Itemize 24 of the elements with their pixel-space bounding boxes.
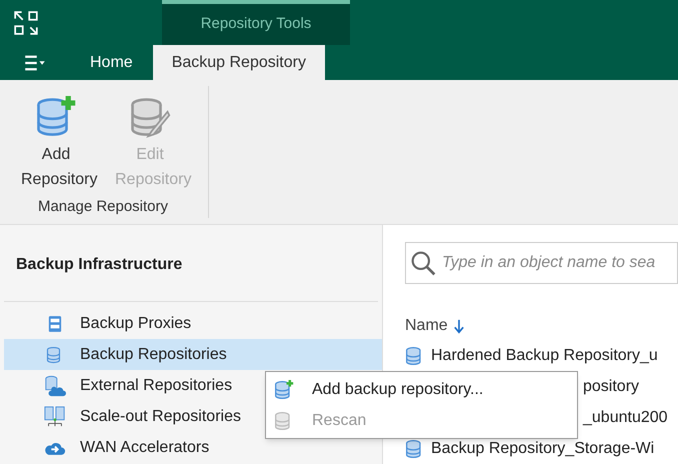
ribbon-group-label: Manage Repository <box>36 197 170 217</box>
ribbon-button[interactable]: Add Repository <box>10 94 102 192</box>
sort-down-icon <box>454 318 464 334</box>
table-cell-text: pository <box>583 376 640 396</box>
table-cell-text: _ubuntu200 <box>583 408 668 428</box>
app-logo-icon <box>13 10 39 36</box>
database-network-icon <box>44 406 66 428</box>
table-cell-text: Hardened Backup Repository_u <box>431 346 658 366</box>
ribbon-tab[interactable]: Home <box>70 45 153 80</box>
contextual-tab-group: Repository Tools <box>162 0 350 45</box>
column-header[interactable]: Name <box>405 314 678 338</box>
tree-item[interactable]: Backup Repositories <box>4 339 382 370</box>
database-add-icon <box>274 378 294 400</box>
tree-item[interactable]: Backup Proxies <box>4 308 382 339</box>
ribbon-tab[interactable]: Backup Repository <box>152 45 325 80</box>
search-field[interactable]: Type in an object name to sea <box>442 251 677 275</box>
table-cell-text: Backup Repository_Storage-Wi <box>431 438 654 458</box>
menu-item[interactable]: Add backup repository... <box>266 374 577 405</box>
database-cloud-icon <box>44 374 66 396</box>
server-icon <box>48 314 62 334</box>
search-box[interactable]: Type in an object name to sea <box>405 242 678 284</box>
menu-icon <box>23 54 47 70</box>
sidebar-title: Backup Infrastructure <box>4 225 378 302</box>
search-icon <box>410 250 436 276</box>
